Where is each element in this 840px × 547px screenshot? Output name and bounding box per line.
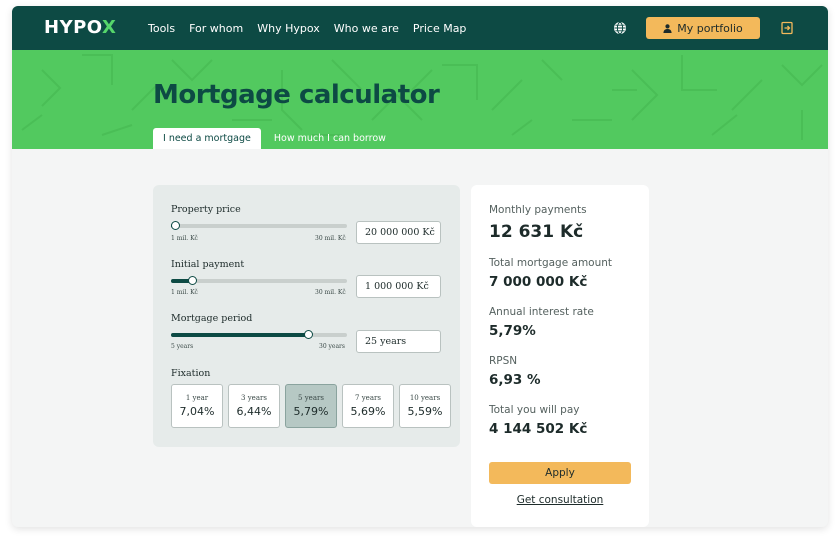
total-pay-label: Total you will pay (489, 404, 580, 416)
fixation-label: Fixation (171, 368, 211, 379)
interest-rate-label: Annual interest rate (489, 306, 594, 318)
logo-text: HYPO (44, 17, 102, 38)
fixation-rate: 5,59% (407, 405, 443, 418)
summary-panel: Monthly payments 12 631 Kč Total mortgag… (471, 185, 649, 527)
slider-fill (171, 333, 308, 337)
property-price-slider[interactable] (171, 219, 347, 233)
user-icon (663, 23, 672, 33)
property-price-input[interactable]: 20 000 000 Kč (356, 221, 441, 244)
fixation-years: 3 years (241, 394, 267, 402)
logout-icon[interactable] (780, 21, 794, 35)
mortgage-period-max: 30 years (319, 343, 346, 350)
fixation-years: 10 years (409, 394, 441, 402)
top-navigation: HYPOX Tools For whom Why Hypox Who we ar… (12, 6, 828, 50)
mortgage-period-label: Mortgage period (171, 313, 253, 324)
tab-i-need-a-mortgage[interactable]: I need a mortgage (153, 128, 261, 149)
my-portfolio-button[interactable]: My portfolio (646, 17, 760, 39)
fixation-options: 1 year 7,04% 3 years 6,44% 5 years 5,79%… (171, 384, 451, 428)
fixation-option-10-years[interactable]: 10 years 5,59% (399, 384, 451, 428)
main-menu: Tools For whom Why Hypox Who we are Pric… (148, 6, 466, 50)
slider-track (171, 279, 347, 283)
slider-thumb[interactable] (304, 330, 313, 339)
initial-payment-slider[interactable] (171, 274, 347, 288)
menu-item-who-we-are[interactable]: Who we are (334, 22, 399, 35)
slider-thumb[interactable] (188, 276, 197, 285)
menu-item-tools[interactable]: Tools (148, 22, 175, 35)
logo[interactable]: HYPOX (44, 17, 116, 38)
calculator-tabs: I need a mortgage How much I can borrow (153, 128, 396, 149)
mortgage-period-min: 5 years (171, 343, 194, 350)
tab-how-much-i-can-borrow[interactable]: How much I can borrow (261, 128, 396, 149)
total-mortgage-value: 7 000 000 Kč (489, 274, 588, 290)
fixation-years: 5 years (298, 394, 324, 402)
fixation-rate: 5,79% (293, 405, 329, 418)
fixation-option-1-year[interactable]: 1 year 7,04% (171, 384, 223, 428)
interest-rate-value: 5,79% (489, 323, 536, 339)
menu-item-for-whom[interactable]: For whom (189, 22, 243, 35)
slider-thumb[interactable] (171, 221, 180, 230)
initial-payment-input[interactable]: 1 000 000 Kč (356, 275, 441, 298)
initial-payment-label: Initial payment (171, 259, 245, 270)
fixation-option-5-years[interactable]: 5 years 5,79% (285, 384, 337, 428)
logo-accent: X (101, 17, 117, 38)
property-price-label: Property price (171, 204, 241, 215)
rpsn-label: RPSN (489, 355, 518, 367)
globe-icon[interactable] (613, 21, 627, 35)
fixation-rate: 7,04% (179, 405, 215, 418)
monthly-payments-label: Monthly payments (489, 204, 587, 216)
monthly-payments-value: 12 631 Kč (489, 222, 584, 242)
menu-item-why-hypox[interactable]: Why Hypox (257, 22, 320, 35)
total-pay-value: 4 144 502 Kč (489, 421, 588, 437)
mortgage-period-input[interactable]: 25 years (356, 330, 441, 353)
get-consultation-link[interactable]: Get consultation (489, 494, 631, 506)
calculator-panel: Property price 1 mil. Kč 30 mil. Kč 20 0… (153, 185, 460, 447)
fixation-years: 1 year (185, 394, 209, 402)
page-title: Mortgage calculator (153, 80, 440, 110)
slider-track (171, 224, 347, 228)
fixation-option-3-years[interactable]: 3 years 6,44% (228, 384, 280, 428)
mortgage-period-slider[interactable] (171, 328, 347, 342)
app-window: HYPOX Tools For whom Why Hypox Who we ar… (12, 6, 828, 527)
total-mortgage-label: Total mortgage amount (489, 257, 613, 269)
my-portfolio-label: My portfolio (677, 21, 743, 35)
property-price-min: 1 mil. Kč (171, 235, 198, 242)
menu-item-price-map[interactable]: Price Map (413, 22, 467, 35)
initial-payment-min: 1 mil. Kč (171, 289, 198, 296)
fixation-rate: 6,44% (236, 405, 272, 418)
fixation-option-7-years[interactable]: 7 years 5,69% (342, 384, 394, 428)
fixation-years: 7 years (355, 394, 381, 402)
fixation-rate: 5,69% (350, 405, 386, 418)
hero-banner: Mortgage calculator (12, 50, 828, 149)
property-price-max: 30 mil. Kč (315, 235, 346, 242)
apply-button[interactable]: Apply (489, 462, 631, 484)
initial-payment-max: 30 mil. Kč (315, 289, 346, 296)
rpsn-value: 6,93 % (489, 372, 541, 388)
